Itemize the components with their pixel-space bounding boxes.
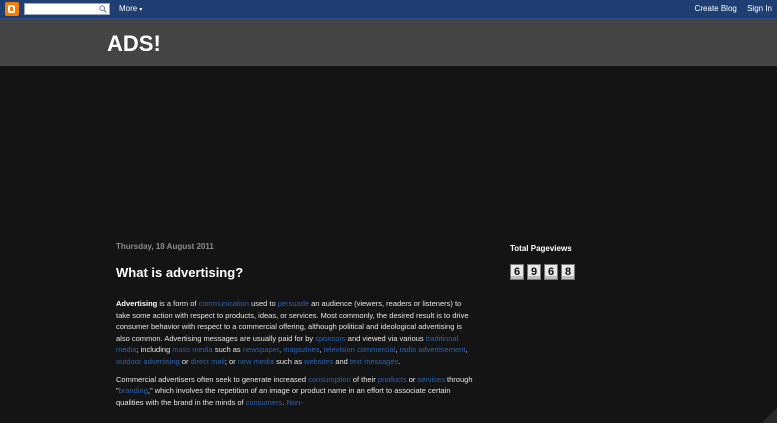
body-text: such as — [274, 356, 305, 366]
post-paragraph-2: Commercial advertisers often seek to gen… — [116, 374, 476, 409]
post-date: Thursday, 18 August 2011 — [116, 242, 214, 251]
body-text: used to — [248, 299, 278, 308]
sign-in-link[interactable]: Sign In — [747, 4, 772, 13]
blogger-logo-icon[interactable] — [5, 2, 19, 16]
body-text: ; or — [224, 356, 238, 366]
blog-header: ADS! — [0, 19, 777, 66]
pageview-digit: 6 — [510, 264, 524, 280]
body-text: of their — [350, 374, 378, 384]
post-link[interactable]: television commercial — [324, 345, 396, 354]
body-text: Commercial advertisers often seek to gen… — [116, 374, 309, 384]
page-corner — [763, 407, 777, 423]
post-link[interactable]: products — [378, 375, 407, 384]
post-body: Advertising is a form of communication u… — [116, 298, 476, 408]
post-title[interactable]: What is advertising? — [116, 265, 476, 281]
bold-term: Advertising — [116, 299, 158, 308]
body-text: is a form of — [157, 299, 199, 308]
post-paragraph-1: Advertising is a form of communication u… — [116, 298, 476, 368]
post-link[interactable]: services — [417, 375, 445, 384]
body-text: or — [179, 356, 191, 366]
create-blog-link[interactable]: Create Blog — [695, 4, 737, 13]
chevron-down-icon: ▾ — [139, 7, 143, 13]
post-link[interactable]: magazines — [283, 345, 319, 354]
more-menu-button[interactable]: More ▾ — [119, 3, 142, 16]
body-text: . — [398, 356, 401, 366]
navbar-links: Create Blog Sign In — [687, 3, 772, 15]
pageviews-widget-title: Total Pageviews — [510, 244, 572, 253]
sidebar: Total Pageviews 6968 — [510, 243, 630, 280]
blog-title[interactable]: ADS! — [107, 31, 161, 57]
post-link[interactable]: persuade — [278, 299, 309, 308]
post-link[interactable]: sponsors — [315, 334, 345, 343]
post-link[interactable]: consumers — [246, 398, 283, 407]
body-text: and — [333, 356, 350, 366]
body-text: , — [465, 345, 468, 355]
blogger-navbar: More ▾ Create Blog Sign In — [0, 0, 777, 19]
search-input[interactable] — [24, 3, 110, 15]
blog-post: Thursday, 18 August 2011 What is adverti… — [116, 241, 476, 414]
more-label: More — [119, 4, 138, 13]
post-link[interactable]: websites — [304, 357, 333, 366]
pageview-digit: 8 — [561, 264, 575, 280]
post-link[interactable]: text messages — [350, 357, 398, 366]
post-link[interactable]: new media — [238, 357, 274, 366]
pageview-digit: 9 — [527, 264, 541, 280]
post-link[interactable]: communication — [199, 299, 249, 308]
post-link[interactable]: mass media — [172, 345, 212, 354]
body-text: ; including — [136, 345, 173, 355]
pageview-digit: 6 — [544, 264, 558, 280]
post-link[interactable]: branding — [119, 386, 148, 395]
post-link[interactable]: direct mail — [191, 357, 225, 366]
post-link[interactable]: Non- — [287, 398, 303, 407]
search-icon[interactable] — [99, 5, 107, 13]
pageviews-counter: 6968 — [510, 264, 630, 280]
body-text: or — [406, 374, 418, 384]
post-link[interactable]: consumption — [308, 375, 351, 384]
post-link[interactable]: radio advertisement — [400, 345, 466, 354]
body-text: such as — [212, 345, 243, 355]
body-text: and viewed via various — [345, 333, 426, 343]
post-link[interactable]: newspaper — [243, 345, 279, 354]
post-link[interactable]: outdoor advertising — [116, 357, 180, 366]
